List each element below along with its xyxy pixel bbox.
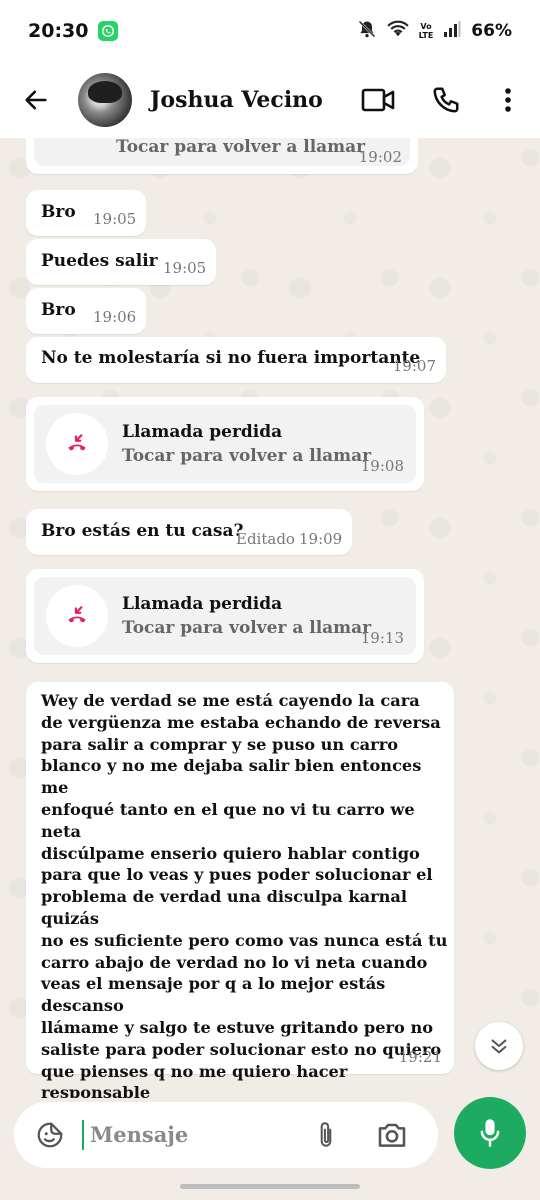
message-bubble[interactable]: Tocar para volver a llamar 19:02 — [26, 138, 418, 174]
camera-icon — [378, 1123, 406, 1147]
status-time: 20:30 — [28, 20, 89, 42]
microphone-icon — [480, 1119, 500, 1147]
mute-icon — [357, 19, 377, 43]
video-call-icon — [361, 88, 395, 112]
missed-call-icon-circle — [46, 413, 108, 475]
message-time: 19:02 — [358, 148, 402, 166]
contact-name[interactable]: Joshua Vecino — [150, 87, 323, 113]
missed-call-card[interactable]: Llamada perdida Tocar para volver a llam… — [34, 577, 416, 655]
message-bubble[interactable]: Llamada perdida Tocar para volver a llam… — [26, 569, 424, 663]
message-time: 19:05 — [163, 259, 207, 277]
call-subtitle: Tocar para volver a llamar — [122, 618, 372, 638]
more-options-button[interactable] — [486, 78, 530, 122]
status-bar: 20:30 Vo LTE 66% — [0, 0, 540, 62]
message-composer — [14, 1102, 438, 1168]
more-options-icon — [505, 88, 511, 112]
battery-level: 66% — [471, 21, 512, 41]
message-text: Puedes salir — [41, 251, 158, 271]
volte-bottom: LTE — [418, 31, 434, 40]
message-bubble[interactable]: Wey de verdad se me está cayendo la cara… — [26, 682, 454, 1098]
message-time: 19:08 — [360, 457, 404, 475]
camera-button[interactable] — [372, 1115, 412, 1155]
attach-icon — [320, 1122, 332, 1147]
sticker-button[interactable] — [32, 1117, 68, 1153]
message-bubble[interactable]: No te molestaría si no fuera importante … — [26, 337, 446, 383]
back-button[interactable] — [16, 80, 56, 120]
volte-top: Vo — [420, 22, 432, 31]
voice-message-button[interactable] — [454, 1097, 526, 1169]
message-time: 19:07 — [392, 357, 436, 375]
status-icons: Vo LTE 66% — [357, 19, 512, 43]
attach-button[interactable] — [308, 1115, 344, 1155]
call-subtitle: Tocar para volver a llamar — [122, 446, 372, 466]
avatar[interactable] — [78, 73, 132, 127]
message-text: Bro estás en tu casa? — [41, 521, 244, 541]
message-text: Bro — [41, 300, 76, 320]
message-time: 19:13 — [360, 629, 404, 647]
message-text: No te molestaría si no fuera importante — [41, 348, 421, 368]
wifi-icon — [386, 20, 409, 42]
back-arrow-icon — [25, 90, 47, 110]
missed-call-icon — [68, 606, 86, 623]
message-time: 19:06 — [93, 308, 137, 326]
message-bubble[interactable]: Bro 19:06 — [26, 288, 146, 334]
message-input[interactable] — [90, 1123, 300, 1147]
voice-call-icon — [433, 87, 459, 113]
message-bubble[interactable]: Puedes salir 19:05 — [26, 239, 216, 285]
message-bubble[interactable]: Bro estás en tu casa? Editado 19:09 — [26, 509, 352, 555]
call-title: Llamada perdida — [122, 594, 283, 614]
message-time: 19:21 — [398, 1048, 442, 1066]
navigation-handle[interactable] — [180, 1184, 360, 1189]
message-bubble[interactable]: Llamada perdida Tocar para volver a llam… — [26, 397, 424, 491]
volte-indicator: Vo LTE — [419, 22, 434, 40]
video-call-button[interactable] — [356, 78, 400, 122]
chat-area[interactable]: Tocar para volver a llamar 19:02 Bro 19:… — [0, 138, 540, 1098]
chevron-double-down-icon — [491, 1039, 507, 1054]
missed-call-card[interactable]: Llamada perdida Tocar para volver a llam… — [34, 405, 416, 483]
missed-call-icon-circle — [46, 585, 108, 647]
message-text: Bro — [41, 202, 76, 222]
text-caret — [82, 1120, 84, 1150]
missed-call-card[interactable]: Tocar para volver a llamar — [34, 138, 410, 166]
signal-icon — [443, 20, 461, 42]
message-time: 19:09 — [299, 530, 343, 548]
whatsapp-icon — [98, 21, 119, 41]
sticker-icon — [37, 1122, 63, 1148]
call-subtitle: Tocar para volver a llamar — [116, 138, 366, 157]
message-time: 19:05 — [93, 210, 137, 228]
scroll-to-bottom-button[interactable] — [475, 1022, 523, 1070]
message-bubble[interactable]: Bro 19:05 — [26, 190, 146, 236]
message-text: Wey de verdad se me está cayendo la cara… — [41, 691, 448, 1098]
call-title: Llamada perdida — [122, 422, 283, 442]
edited-label: Editado — [236, 530, 295, 548]
missed-call-icon — [68, 434, 86, 451]
chat-header: Joshua Vecino — [0, 62, 540, 138]
voice-call-button[interactable] — [424, 78, 468, 122]
